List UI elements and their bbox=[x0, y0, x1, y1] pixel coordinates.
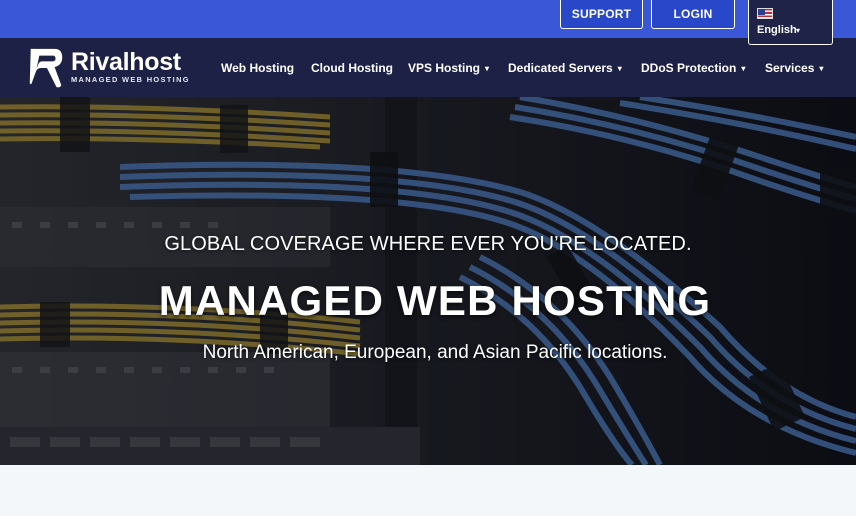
hero-banner: GLOBAL COVERAGE WHERE EVER YOU’RE LOCATE… bbox=[0, 97, 856, 465]
nav-item-label: Web Hosting bbox=[221, 61, 295, 75]
brand-name: Rivalhost bbox=[71, 47, 181, 76]
rivalhost-logo-icon bbox=[29, 48, 63, 88]
chevron-down-icon: ▾ bbox=[485, 64, 490, 73]
hero-subtitle: GLOBAL COVERAGE WHERE EVER YOU’RE LOCATE… bbox=[164, 233, 692, 255]
nav-item-label: VPS Hosting bbox=[408, 61, 481, 75]
support-button[interactable]: SUPPORT bbox=[560, 0, 643, 29]
nav-item-cloud-hosting[interactable]: Cloud Hosting bbox=[311, 61, 393, 75]
brand-tagline: MANAGED WEB HOSTING bbox=[71, 74, 190, 84]
nav-item-dedicated-servers[interactable]: Dedicated Servers ▾ bbox=[508, 61, 622, 75]
chevron-down-icon: ▾ bbox=[796, 26, 801, 35]
nav-item-vps-hosting[interactable]: VPS Hosting ▾ bbox=[408, 61, 489, 75]
login-button[interactable]: LOGIN bbox=[651, 0, 735, 29]
brand-logo[interactable]: Rivalhost MANAGED WEB HOSTING bbox=[27, 46, 190, 90]
hero-title: MANAGED WEB HOSTING bbox=[158, 277, 712, 324]
nav-item-label: Cloud Hosting bbox=[311, 61, 393, 75]
nav-item-ddos-protection[interactable]: DDoS Protection ▾ bbox=[641, 61, 745, 75]
top-utility-bar: SUPPORT LOGIN bbox=[0, 0, 856, 37]
chevron-down-icon: ▾ bbox=[741, 64, 746, 73]
hero-description: North American, European, and Asian Paci… bbox=[202, 342, 668, 363]
nav-item-label: DDoS Protection bbox=[641, 61, 737, 75]
nav-item-label: Dedicated Servers bbox=[508, 61, 613, 75]
nav-item-label: Services bbox=[765, 61, 815, 75]
language-label: English bbox=[757, 24, 797, 36]
language-selector[interactable]: English ▾ bbox=[748, 0, 833, 45]
chevron-down-icon: ▾ bbox=[819, 64, 824, 73]
main-navigation: Rivalhost MANAGED WEB HOSTING Web Hostin… bbox=[0, 37, 856, 97]
content-section-start bbox=[0, 465, 856, 516]
nav-item-services[interactable]: Services ▾ bbox=[765, 61, 823, 75]
chevron-down-icon: ▾ bbox=[617, 64, 622, 73]
nav-item-web-hosting[interactable]: Web Hosting bbox=[221, 61, 294, 75]
us-flag-icon bbox=[757, 8, 773, 19]
